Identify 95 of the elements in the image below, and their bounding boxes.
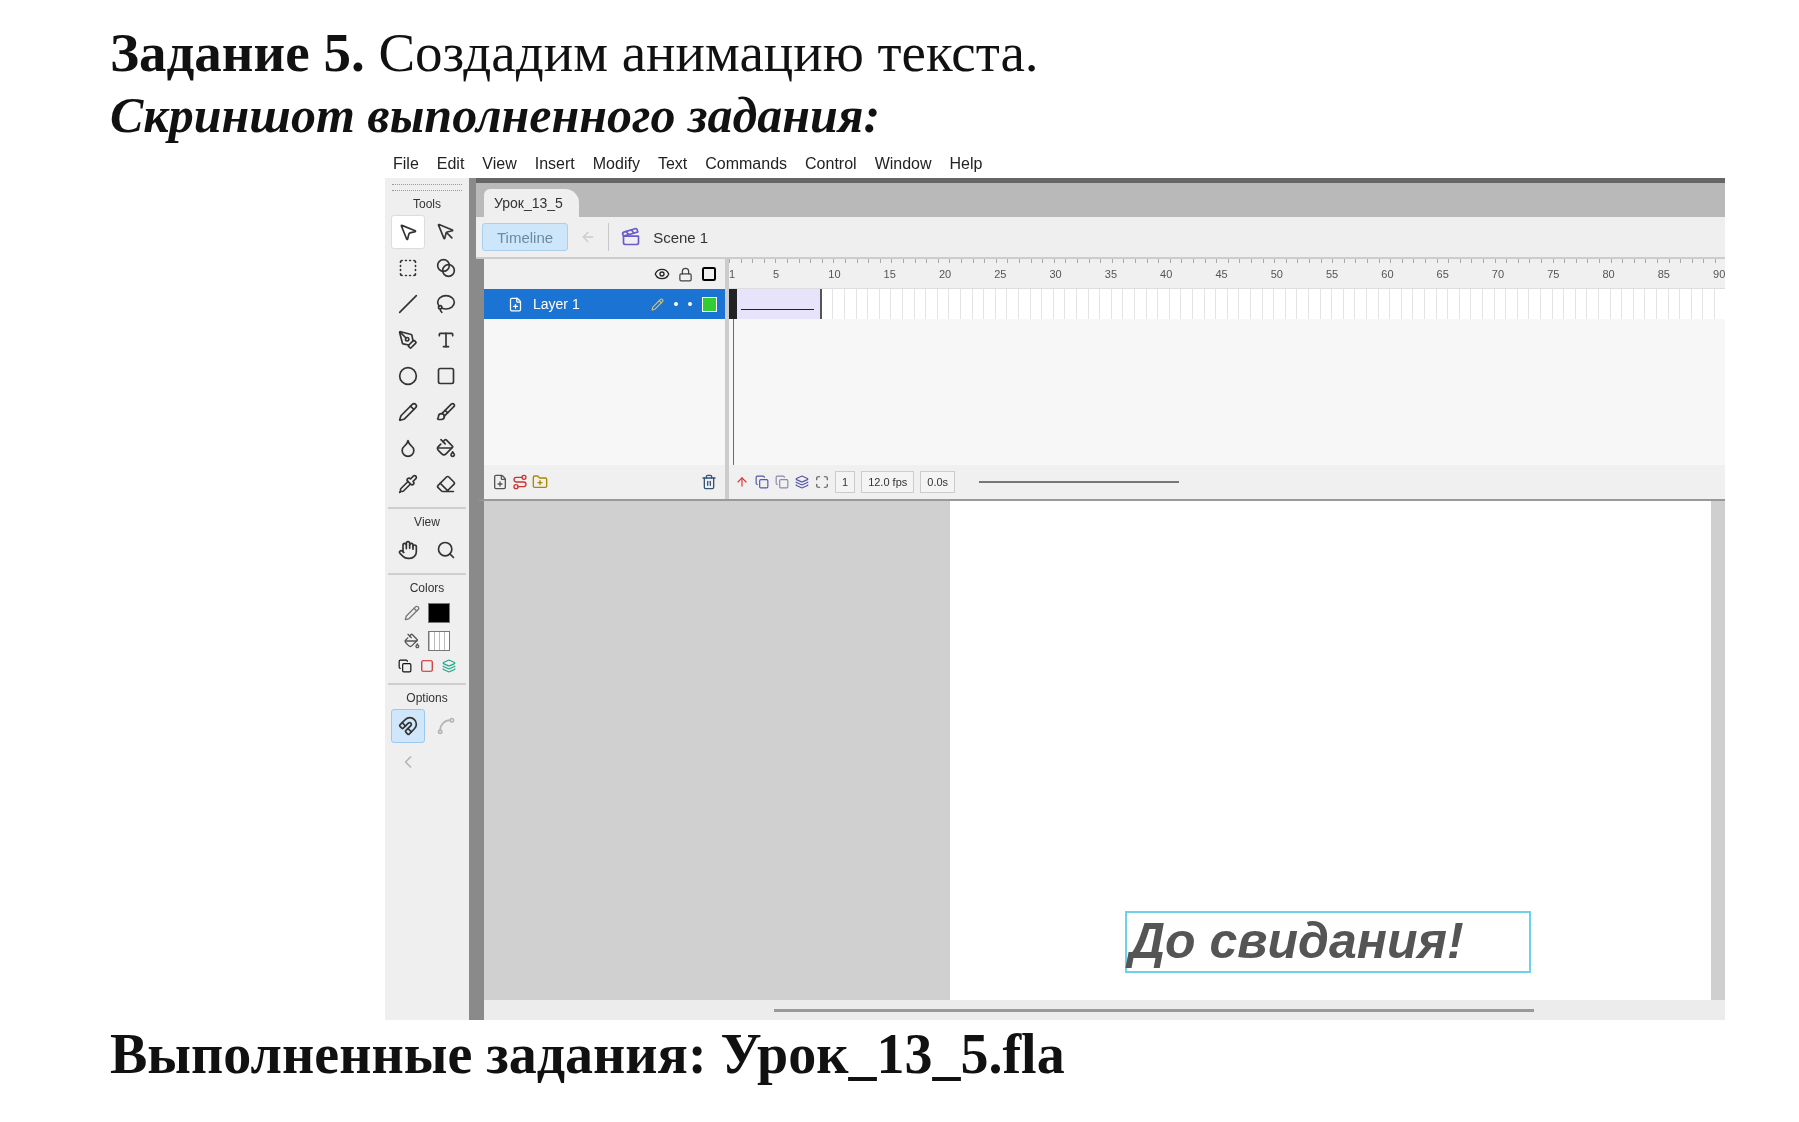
search-icon (436, 540, 456, 560)
onion-skin-icon[interactable] (755, 475, 769, 489)
menu-item[interactable]: Edit (436, 155, 465, 173)
outline-square-icon[interactable] (701, 266, 717, 282)
eye-icon[interactable] (654, 266, 670, 282)
lock-dot[interactable] (688, 302, 692, 306)
pen-nib-icon (398, 330, 418, 350)
color-swatch[interactable] (428, 603, 450, 623)
droplet-icon (398, 438, 418, 458)
frame-number: 55 (1325, 267, 1340, 280)
menu-item[interactable]: View (482, 155, 517, 173)
menu-item[interactable]: Window (874, 155, 932, 173)
magnet-icon (398, 716, 418, 736)
pencil-icon (398, 402, 418, 422)
frame-number: 60 (1381, 267, 1395, 280)
layer-name: Layer 1 (533, 296, 581, 312)
lock-icon[interactable] (678, 266, 693, 282)
frame-number: 75 (1547, 267, 1561, 280)
lasso-icon (436, 294, 456, 314)
visibility-dot[interactable] (674, 302, 678, 306)
motion-tween-span[interactable] (729, 289, 822, 319)
frame-number: 20 (938, 267, 953, 280)
trash-icon[interactable] (701, 474, 717, 490)
frame-number: 70 (1491, 267, 1506, 280)
task-title: Задание 5. Создадим анимацию текста. (110, 22, 1040, 84)
section-title: Tools (413, 197, 441, 211)
layers-icon[interactable] (442, 659, 456, 673)
menu-item[interactable]: Help (949, 155, 983, 173)
frame-number: 40 (1160, 267, 1174, 280)
text-field[interactable]: До свидания! (1125, 911, 1531, 973)
paint-bucket-icon (436, 438, 456, 458)
route-icon[interactable] (512, 474, 528, 490)
blend-icon (436, 258, 456, 278)
frame-number: 25 (994, 267, 1008, 280)
frame-number: 45 (1215, 267, 1229, 280)
layer-row[interactable]: Layer 1 (484, 289, 729, 319)
slash-icon (398, 294, 418, 314)
magnet-tool[interactable] (391, 709, 425, 743)
pipette-icon (398, 474, 418, 494)
outline-color-square[interactable] (702, 296, 717, 312)
frame-number: 90 (1713, 267, 1725, 280)
frame-number: 85 (1657, 267, 1671, 280)
pencil-icon (651, 297, 664, 311)
folder-plus-icon[interactable] (532, 474, 548, 490)
color-swatch[interactable] (428, 631, 450, 651)
section-title: View (414, 515, 440, 529)
frame-number: 15 (883, 267, 897, 280)
onion-outline-icon[interactable] (775, 475, 789, 489)
section-title: Colors (409, 581, 445, 595)
menu-item[interactable]: Modify (592, 155, 640, 173)
circle-icon (398, 366, 418, 386)
menu-item[interactable]: Text (657, 155, 688, 173)
hand-icon (398, 540, 418, 560)
menu-item[interactable]: Commands (705, 155, 788, 173)
scrollbar-thumb[interactable] (774, 1008, 1534, 1012)
vertical-scrollbar[interactable] (1711, 501, 1725, 1000)
overlap-squares-icon[interactable] (398, 659, 412, 673)
current-frame-field: 1 (835, 471, 856, 493)
layer-icon (508, 296, 523, 312)
clapperboard-icon (621, 227, 642, 247)
section-title: Options (406, 691, 448, 705)
pencil-icon[interactable] (404, 605, 420, 621)
square-icon (436, 366, 456, 386)
frame-number: 65 (1436, 267, 1450, 280)
frame-number: 10 (828, 267, 842, 280)
square-icon[interactable] (420, 659, 434, 673)
brackets-icon[interactable] (815, 475, 829, 489)
scrollbar-thumb[interactable] (979, 481, 1180, 483)
dashed-square-icon (398, 258, 418, 278)
frame-number: 30 (1049, 267, 1063, 280)
frame-number: 50 (1270, 267, 1284, 280)
hollow-pointer-icon (436, 222, 456, 242)
paint-bucket-icon[interactable] (404, 633, 420, 649)
frame-number: 5 (773, 267, 781, 280)
menu-item[interactable]: Control (805, 155, 857, 173)
edit-multiple-icon[interactable] (795, 475, 809, 489)
menu-item[interactable]: Insert (534, 155, 575, 173)
subtitle: Скриншот выполненного задания: (110, 86, 882, 145)
brush-icon (436, 402, 456, 422)
eraser-icon (436, 474, 456, 494)
spline-icon (436, 716, 456, 736)
pointer-arrow-icon (398, 222, 418, 242)
footer-title: Выполненные задания: Урок_13_5.fla (110, 1022, 1066, 1086)
frame-rate-field: 12.0 fps (861, 471, 915, 493)
type-icon (436, 330, 456, 350)
elapsed-time-field: 0.0s (920, 471, 956, 493)
pointer-arrow-tool[interactable] (391, 215, 425, 249)
scene-label[interactable]: Scene 1 (653, 228, 709, 246)
frame-number: 1 (729, 267, 737, 280)
menu-item[interactable]: File (393, 155, 419, 173)
frame-number: 80 (1602, 267, 1616, 280)
panel-gripper[interactable] (392, 184, 462, 191)
document-tab[interactable]: Урок_13_5 (484, 189, 579, 217)
frame-number: 35 (1104, 267, 1119, 280)
new-layer-icon[interactable] (492, 474, 508, 490)
